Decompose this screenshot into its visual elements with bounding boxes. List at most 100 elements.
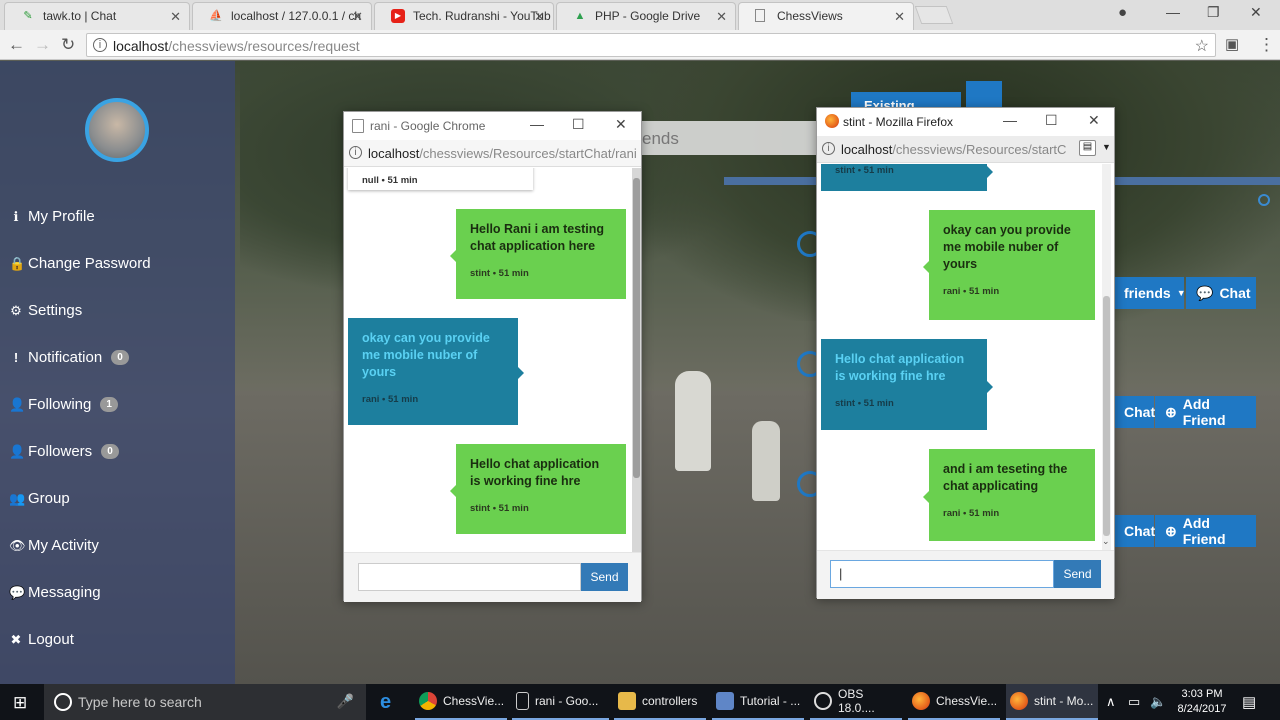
info-icon[interactable]: i — [349, 146, 362, 159]
chrome-icon — [419, 692, 437, 710]
bookmark-star-icon[interactable]: ☆ — [1195, 36, 1209, 56]
eye-icon: 👁 — [9, 537, 26, 553]
plus-circle-icon: ⊕ — [1165, 522, 1177, 539]
avatar[interactable] — [85, 98, 149, 162]
taskbar-clock[interactable]: 3:03 PM 8/24/2017 — [1172, 687, 1232, 717]
scrollbar-thumb[interactable] — [1103, 296, 1110, 536]
folder-icon — [618, 692, 636, 710]
minimize-button[interactable]: — — [1003, 112, 1017, 128]
maximize-button[interactable]: ☐ — [1045, 112, 1058, 129]
taskbar-item-controllers[interactable]: controllers — [614, 684, 706, 720]
sidebar-item-label: My Profile — [28, 208, 95, 225]
restore-button[interactable]: ❐ — [1207, 4, 1220, 21]
tab-label: ChessViews — [777, 9, 843, 23]
close-window-button[interactable]: ✕ — [615, 116, 627, 133]
info-icon[interactable]: i — [822, 142, 835, 155]
following-badge: 1 — [100, 397, 118, 412]
address-bar[interactable]: i localhost/chessviews/resources/request… — [86, 33, 1216, 57]
chat-button[interactable]: 💬 Chat — [1186, 277, 1256, 309]
chevron-up-icon[interactable]: ∧ — [1106, 684, 1116, 720]
target-icon[interactable] — [1258, 194, 1270, 206]
tawk-icon: ✎ — [23, 10, 33, 22]
network-icon[interactable]: ▭ — [1128, 684, 1140, 720]
popup-titlebar: stint - Mozilla Firefox — ☐ ✕ — [817, 108, 1114, 136]
sidebar-item-group[interactable]: 👥 Group — [9, 475, 151, 522]
close-window-button[interactable]: ✕ — [1088, 112, 1100, 129]
sidebar-item-following[interactable]: 👤 Following 1 — [9, 381, 151, 428]
close-icon[interactable]: ✕ — [534, 9, 545, 25]
tab-tawk[interactable]: ✎ tawk.to | Chat ✕ — [4, 2, 190, 30]
sidebar-item-change-password[interactable]: 🔒 Change Password — [9, 240, 151, 287]
taskbar-item-firefox[interactable]: ChessVie... — [908, 684, 1000, 720]
taskbar-item-tutorial[interactable]: Tutorial - ... — [712, 684, 804, 720]
forward-arrow-icon[interactable]: → — [34, 35, 51, 55]
chat-messages: null • 51 min Hello Rani i am testing ch… — [344, 168, 641, 552]
url-host: localhost — [841, 142, 893, 157]
sidebar-item-logout[interactable]: ✖ Logout — [9, 616, 151, 663]
friends-dropdown-button[interactable]: friends ▼ — [1114, 277, 1186, 309]
popup-address-bar[interactable]: i localhost/chessviews/Resources/startC … — [817, 136, 1114, 163]
chat-label: Chat — [1124, 523, 1156, 539]
reader-view-icon[interactable]: ▤ — [1079, 140, 1096, 156]
sidebar-item-followers[interactable]: 👤 Followers 0 — [9, 428, 151, 475]
chat-button[interactable]: Chat — [1114, 396, 1155, 428]
sidebar-item-notification[interactable]: ! Notification 0 — [9, 334, 151, 381]
close-icon[interactable]: ✕ — [894, 9, 905, 25]
add-friend-button[interactable]: ⊕ Add Friend — [1155, 515, 1256, 547]
close-icon[interactable]: ✕ — [352, 9, 363, 25]
comments-icon: 💬 — [9, 584, 26, 600]
tab-youtube[interactable]: ▶ Tech. Rudranshi - YouTub ✕ — [374, 2, 554, 30]
volume-icon[interactable]: 🔈 — [1150, 684, 1166, 720]
user-add-icon: 👤 — [9, 443, 26, 459]
sidebar-item-label: Group — [28, 490, 70, 507]
back-arrow-icon[interactable]: ← — [8, 35, 25, 55]
send-button[interactable]: Send — [581, 563, 628, 591]
chat-messages: stint • 51 min okay can you provide me m… — [817, 164, 1114, 550]
reload-icon[interactable]: ↻ — [61, 35, 75, 55]
scrollbar[interactable] — [632, 168, 641, 552]
taskbar-item-chrome[interactable]: ChessVie... — [415, 684, 507, 720]
edge-icon[interactable]: e — [380, 691, 391, 714]
caret-down-icon[interactable]: ▼ — [1102, 142, 1111, 152]
send-button[interactable]: Send — [1054, 560, 1101, 588]
close-icon[interactable]: ✕ — [170, 9, 181, 25]
chat-message-input[interactable] — [358, 563, 581, 591]
add-friend-button[interactable]: ⊕ Add Friend — [1155, 396, 1256, 428]
maximize-button[interactable]: ☐ — [572, 116, 585, 133]
popup-address-bar[interactable]: i localhost/chessviews/Resources/startCh… — [344, 140, 641, 167]
close-icon[interactable]: ✕ — [716, 9, 727, 25]
windows-start-icon[interactable]: ⊞ — [13, 693, 27, 713]
minimize-button[interactable]: — — [1166, 4, 1180, 20]
sidebar-item-settings[interactable]: ⚙ Settings — [9, 287, 151, 334]
sidebar-item-my-profile[interactable]: ℹ My Profile — [9, 193, 151, 240]
sidebar-item-my-activity[interactable]: 👁 My Activity — [9, 522, 151, 569]
tab-google-drive[interactable]: ▲ PHP - Google Drive ✕ — [556, 2, 736, 30]
scrollbar-thumb[interactable] — [633, 178, 640, 478]
taskbar-search[interactable]: Type here to search 🎤 — [44, 684, 366, 720]
plus-circle-icon: ⊕ — [1165, 403, 1177, 420]
notification-center-icon[interactable]: ▤ — [1242, 684, 1256, 720]
tab-phpmyadmin[interactable]: ⛵ localhost / 127.0.0.1 / ch ✕ — [192, 2, 372, 30]
google-drive-icon: ▲ — [574, 10, 586, 22]
popup-titlebar: rani - Google Chrome — ☐ ✕ — [344, 112, 641, 140]
scrollbar[interactable]: ⌄ — [1102, 164, 1111, 550]
new-tab-button[interactable] — [914, 6, 954, 24]
microphone-icon[interactable]: 🎤 — [337, 693, 354, 710]
profile-icon[interactable]: ● — [1118, 4, 1127, 21]
taskbar-item-obs[interactable]: OBS 18.0.... — [810, 684, 902, 720]
sidebar-item-label: My Activity — [28, 537, 99, 554]
taskbar-item-rani-chrome[interactable]: rani - Goo... — [512, 684, 609, 720]
minimize-button[interactable]: — — [530, 116, 544, 132]
chat-button[interactable]: Chat — [1114, 515, 1156, 547]
notification-badge: 0 — [111, 350, 129, 365]
tab-chessviews[interactable]: ChessViews ✕ — [738, 2, 914, 30]
chat-message-input[interactable]: | — [830, 560, 1054, 588]
scroll-down-icon[interactable]: ⌄ — [1102, 536, 1110, 547]
sidebar-item-messaging[interactable]: 💬 Messaging — [9, 569, 151, 616]
close-window-button[interactable]: ✕ — [1250, 4, 1262, 21]
taskbar-item-stint-firefox[interactable]: stint - Mo... — [1006, 684, 1098, 720]
friends-dropdown-label: friends — [1124, 285, 1171, 301]
extension-icon[interactable]: ▣ — [1225, 35, 1239, 53]
info-icon[interactable]: i — [93, 38, 107, 52]
menu-kebab-icon[interactable]: ⋮ — [1258, 35, 1275, 55]
